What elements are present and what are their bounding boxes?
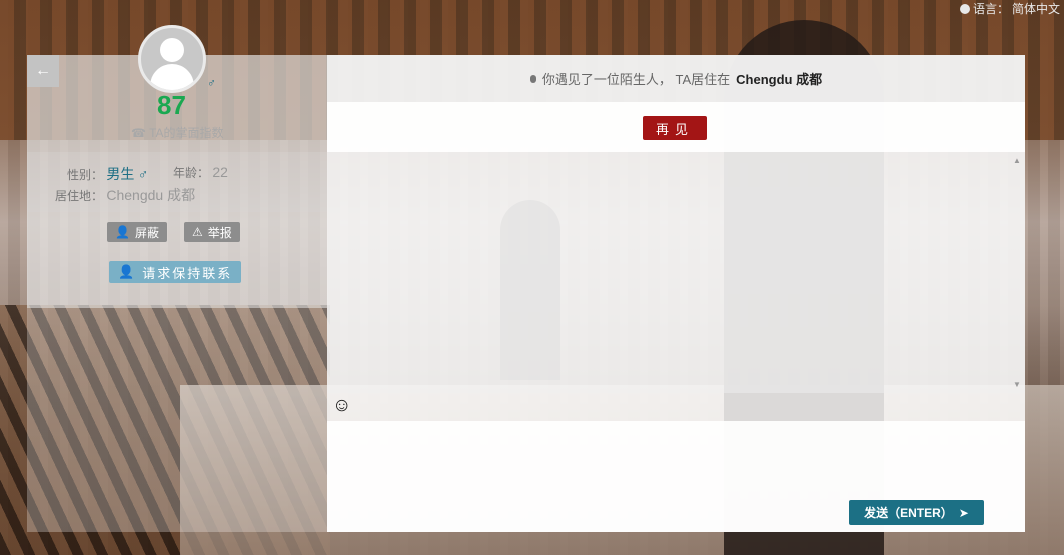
scroll-down-icon[interactable]: ▼: [1013, 380, 1021, 389]
block-user-icon: 👤: [115, 225, 130, 239]
male-icon: ♂: [137, 166, 149, 182]
globe-icon: [959, 3, 970, 14]
age-value: 22: [212, 164, 228, 180]
score-label: ☎ TA的掌面指数: [131, 124, 224, 141]
location-value: Chengdu 成都: [106, 187, 196, 203]
gender-label: 性别：: [67, 168, 104, 182]
chat-header-location: Chengdu 成都: [736, 72, 823, 87]
profile-info: 性别： 男生 ♂ 年龄： 22 居住地： Chengdu 成都: [27, 152, 327, 212]
scroll-up-icon[interactable]: ▲: [1013, 156, 1021, 165]
location-label: 居住地：: [55, 189, 104, 203]
language-label: 语言：: [972, 2, 1009, 16]
gender-value: 男生: [106, 166, 135, 182]
bye-button[interactable]: 再见: [643, 116, 707, 140]
warning-icon: ⚠: [192, 225, 203, 239]
profile-panel: ← ♂ 87 ☎ TA的掌面指数 性别： 男生 ♂ 年龄： 22 居住地： Ch…: [27, 25, 327, 532]
chat-panel: 你遇见了一位陌生人， TA居住在 Chengdu 成都 再见 ▲ ▼ ☺ 发送（…: [327, 55, 1025, 532]
message-list[interactable]: [327, 152, 1025, 393]
score-label-text: TA的掌面指数: [149, 126, 224, 140]
paper-plane-icon: ➤: [958, 505, 969, 520]
language-value[interactable]: 简体中文: [1012, 0, 1060, 17]
avatar-head: [160, 38, 184, 62]
score-value: 87: [157, 90, 186, 120]
chat-header-text: 你遇见了一位陌生人， TA居住在: [541, 72, 731, 87]
age-label: 年龄：: [173, 166, 210, 180]
send-button[interactable]: 发送（ENTER） ➤: [849, 500, 984, 525]
profile-actions: [27, 212, 327, 308]
arrow-left-icon: ←: [35, 62, 51, 79]
location-row: 居住地： Chengdu 成都: [55, 185, 195, 205]
map-marker-icon: [529, 74, 536, 83]
request-contact-label: 请求保持联系: [142, 265, 233, 281]
send-label: 发送（ENTER）: [864, 506, 953, 520]
gender-row: 性别： 男生 ♂: [67, 164, 148, 184]
request-contact-button[interactable]: 👤 请求保持联系: [109, 261, 242, 283]
language-selector[interactable]: 语言： 简体中文: [959, 0, 1060, 17]
report-label: 举报: [207, 225, 232, 240]
score-icon: ☎: [131, 126, 146, 140]
chat-header: 你遇见了一位陌生人， TA居住在 Chengdu 成都: [327, 55, 1025, 102]
block-label: 屏蔽: [134, 225, 159, 240]
male-icon: ♂: [207, 76, 216, 90]
block-button[interactable]: 👤 屏蔽: [107, 222, 167, 242]
emoji-icon[interactable]: ☺: [332, 395, 351, 417]
back-button[interactable]: ←: [27, 55, 59, 87]
add-user-icon: 👤: [118, 264, 137, 279]
avatar: [138, 25, 206, 93]
avatar-body: [150, 64, 194, 90]
age-row: 年龄： 22: [173, 164, 228, 181]
report-button[interactable]: ⚠ 举报: [184, 222, 240, 242]
message-scrollbar[interactable]: ▲ ▼: [1011, 152, 1023, 393]
